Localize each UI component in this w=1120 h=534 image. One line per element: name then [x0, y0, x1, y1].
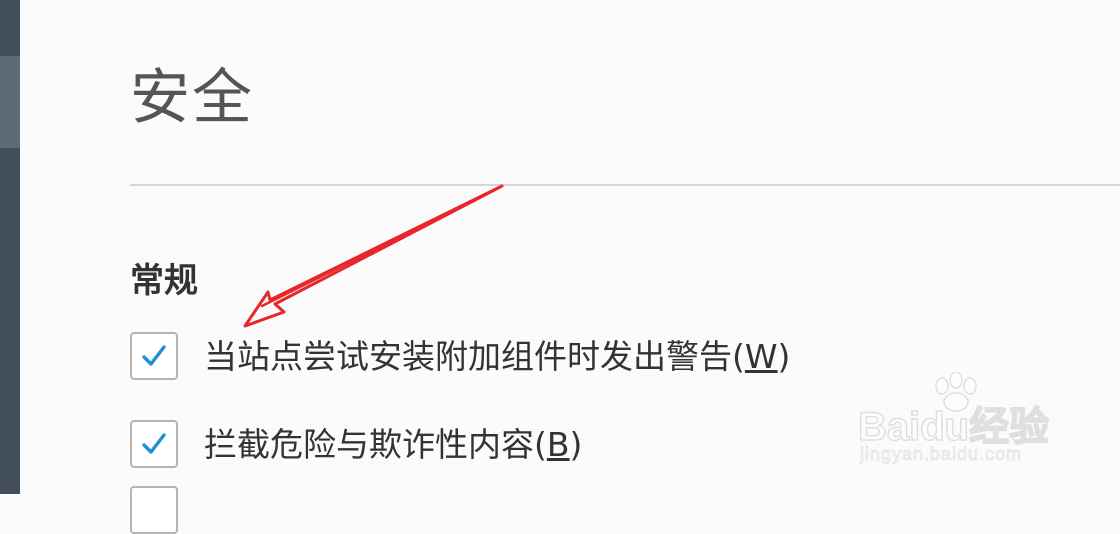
option-warn-addon-install[interactable]: 当站点尝试安装附加组件时发出警告(W): [130, 332, 790, 380]
sidebar-selected-item[interactable]: [0, 56, 20, 148]
title-divider: [130, 184, 1120, 186]
option-label-text: 当站点尝试安装附加组件时发出警告: [204, 336, 732, 376]
checkbox-partial[interactable]: [130, 486, 178, 534]
section-heading-general: 常规: [130, 261, 198, 301]
checkmark-icon: [142, 433, 166, 454]
option-block-dangerous-content[interactable]: 拦截危险与欺诈性内容(B): [130, 420, 582, 468]
option-label-text: 拦截危险与欺诈性内容: [204, 424, 534, 464]
option-label: 当站点尝试安装附加组件时发出警告(W): [204, 336, 791, 376]
option-label: 拦截危险与欺诈性内容(B): [204, 424, 583, 464]
checkmark-icon: [142, 345, 166, 366]
checkbox-warn-addon-install[interactable]: [130, 332, 178, 380]
checkbox-block-dangerous-content[interactable]: [130, 420, 178, 468]
option-partial[interactable]: [130, 486, 178, 534]
page-title: 安全: [130, 63, 254, 133]
accesskey: B: [546, 424, 570, 464]
baidu-watermark: Baidu经验 jingyan.baidu.com: [857, 372, 1068, 472]
accesskey: W: [744, 336, 778, 376]
watermark-url: jingyan.baidu.com: [860, 444, 1023, 465]
sidebar: [0, 0, 20, 494]
